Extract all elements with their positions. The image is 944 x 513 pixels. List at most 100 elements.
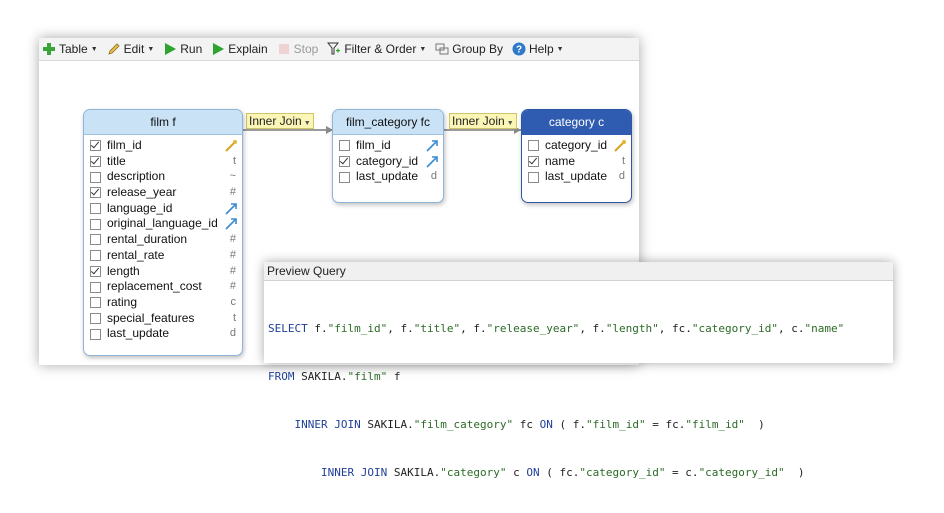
table-title[interactable]: film_category fc: [333, 110, 443, 135]
field-name: replacement_cost: [107, 279, 202, 294]
field-checkbox[interactable]: [90, 328, 101, 340]
primary-key-icon: [614, 140, 626, 152]
field-type: t: [232, 311, 236, 324]
field-type: d: [618, 170, 625, 183]
field-checkbox[interactable]: [528, 156, 539, 168]
field-checkbox[interactable]: [90, 281, 101, 293]
field-checkbox[interactable]: [339, 156, 350, 168]
field-list: film_id title t description ~ release_year…: [84, 135, 242, 342]
table-box-category[interactable]: category c category_id name t last_update…: [521, 109, 632, 203]
field-checkbox[interactable]: [528, 171, 539, 183]
field-checkbox[interactable]: [90, 156, 101, 168]
help-menu-button[interactable]: ? Help ▼: [512, 38, 564, 60]
field-checkbox[interactable]: [90, 312, 101, 324]
field-name: category_id: [356, 153, 419, 168]
foreign-key-icon: [225, 202, 237, 215]
field-name: length: [107, 263, 140, 278]
join-type-label: Inner Join: [452, 114, 505, 128]
field-checkbox[interactable]: [90, 297, 101, 309]
field-checkbox[interactable]: [90, 187, 101, 199]
field-checkbox[interactable]: [339, 171, 350, 183]
field-row[interactable]: original_language_id: [84, 216, 242, 232]
field-name: title: [107, 153, 126, 168]
field-type: #: [229, 186, 236, 199]
pencil-icon: [107, 43, 120, 55]
field-row[interactable]: release_year #: [84, 185, 242, 201]
stop-button[interactable]: Stop: [277, 38, 318, 60]
table-box-film-category[interactable]: film_category fc film_id category_id las…: [332, 109, 444, 203]
field-checkbox[interactable]: [90, 218, 101, 230]
field-type: t: [621, 154, 625, 167]
field-checkbox[interactable]: [90, 234, 101, 246]
field-checkbox[interactable]: [90, 171, 101, 183]
field-name: original_language_id: [107, 216, 218, 231]
field-type: d: [229, 327, 236, 340]
field-type: d: [430, 170, 437, 183]
filter-order-menu-button[interactable]: Filter & Order ▼: [327, 38, 426, 60]
join-type-dropdown[interactable]: Inner Join ▼: [449, 113, 517, 129]
field-name: description: [107, 169, 166, 184]
chevron-down-icon: ▼: [147, 45, 155, 53]
field-row[interactable]: rating c: [84, 295, 242, 311]
field-checkbox[interactable]: [90, 203, 101, 215]
sql-code-area[interactable]: SELECT f."film_id", f."title", f."releas…: [264, 281, 893, 513]
field-row[interactable]: last_update d: [333, 169, 443, 185]
field-name: name: [545, 153, 576, 168]
help-menu-label: Help: [528, 42, 554, 56]
field-row[interactable]: replacement_cost #: [84, 279, 242, 295]
join-type-label: Inner Join: [249, 114, 302, 128]
field-checkbox[interactable]: [90, 140, 101, 152]
field-name: special_features: [107, 310, 195, 325]
field-checkbox[interactable]: [90, 250, 101, 262]
toolbar: Table ▼ Edit ▼ Run Explain Stop Filter &…: [39, 38, 639, 61]
field-row[interactable]: rental_rate #: [84, 248, 242, 264]
table-title[interactable]: film f: [84, 110, 242, 135]
svg-text:?: ?: [516, 45, 522, 56]
field-row[interactable]: category_id: [522, 138, 631, 154]
field-name: film_id: [356, 138, 391, 152]
field-checkbox[interactable]: [528, 140, 539, 152]
field-checkbox[interactable]: [90, 265, 101, 277]
field-row[interactable]: name t: [522, 154, 631, 170]
sql-line: FROM SAKILA."film" f: [268, 370, 401, 383]
primary-key-icon: [225, 140, 237, 152]
chevron-down-icon: ▼: [303, 120, 311, 127]
field-row[interactable]: special_features t: [84, 311, 242, 327]
run-label: Run: [180, 42, 203, 56]
run-button[interactable]: Run: [163, 38, 202, 60]
explain-button[interactable]: Explain: [211, 38, 268, 60]
edit-menu-button[interactable]: Edit ▼: [107, 38, 155, 60]
field-row[interactable]: title t: [84, 154, 242, 170]
chevron-down-icon: ▼: [419, 45, 427, 53]
field-row[interactable]: film_id: [333, 138, 443, 154]
group-by-button[interactable]: Group By: [435, 38, 503, 60]
sql-line: SELECT f."film_id", f."title", f."releas…: [268, 322, 845, 335]
field-name: rental_duration: [107, 232, 188, 247]
field-row[interactable]: film_id: [84, 138, 242, 154]
field-row[interactable]: rental_duration #: [84, 232, 242, 248]
field-name: language_id: [107, 200, 173, 215]
filter-order-label: Filter & Order: [344, 42, 417, 56]
field-row[interactable]: language_id: [84, 201, 242, 217]
field-name: category_id: [545, 138, 608, 152]
field-type: #: [229, 233, 236, 246]
add-table-icon: [43, 43, 55, 55]
table-title[interactable]: category c: [522, 110, 631, 135]
field-row[interactable]: description ~: [84, 169, 242, 185]
table-menu-button[interactable]: Table ▼: [42, 38, 98, 60]
join-type-dropdown[interactable]: Inner Join ▼: [246, 113, 314, 129]
field-row[interactable]: last_update d: [84, 326, 242, 342]
field-row[interactable]: category_id: [333, 154, 443, 170]
foreign-key-icon: [426, 155, 438, 168]
chevron-down-icon: ▼: [506, 120, 514, 127]
table-box-film[interactable]: film f film_id title t description ~ relea…: [83, 109, 243, 356]
field-row[interactable]: last_update d: [522, 169, 631, 185]
field-checkbox[interactable]: [339, 140, 350, 152]
field-row[interactable]: length #: [84, 264, 242, 280]
field-list: category_id name t last_update d: [522, 135, 631, 185]
field-type: #: [229, 264, 236, 277]
foreign-key-icon: [225, 218, 237, 231]
preview-query-title: Preview Query: [264, 262, 893, 281]
chevron-down-icon: ▼: [90, 45, 98, 53]
chevron-down-icon: ▼: [556, 45, 564, 53]
